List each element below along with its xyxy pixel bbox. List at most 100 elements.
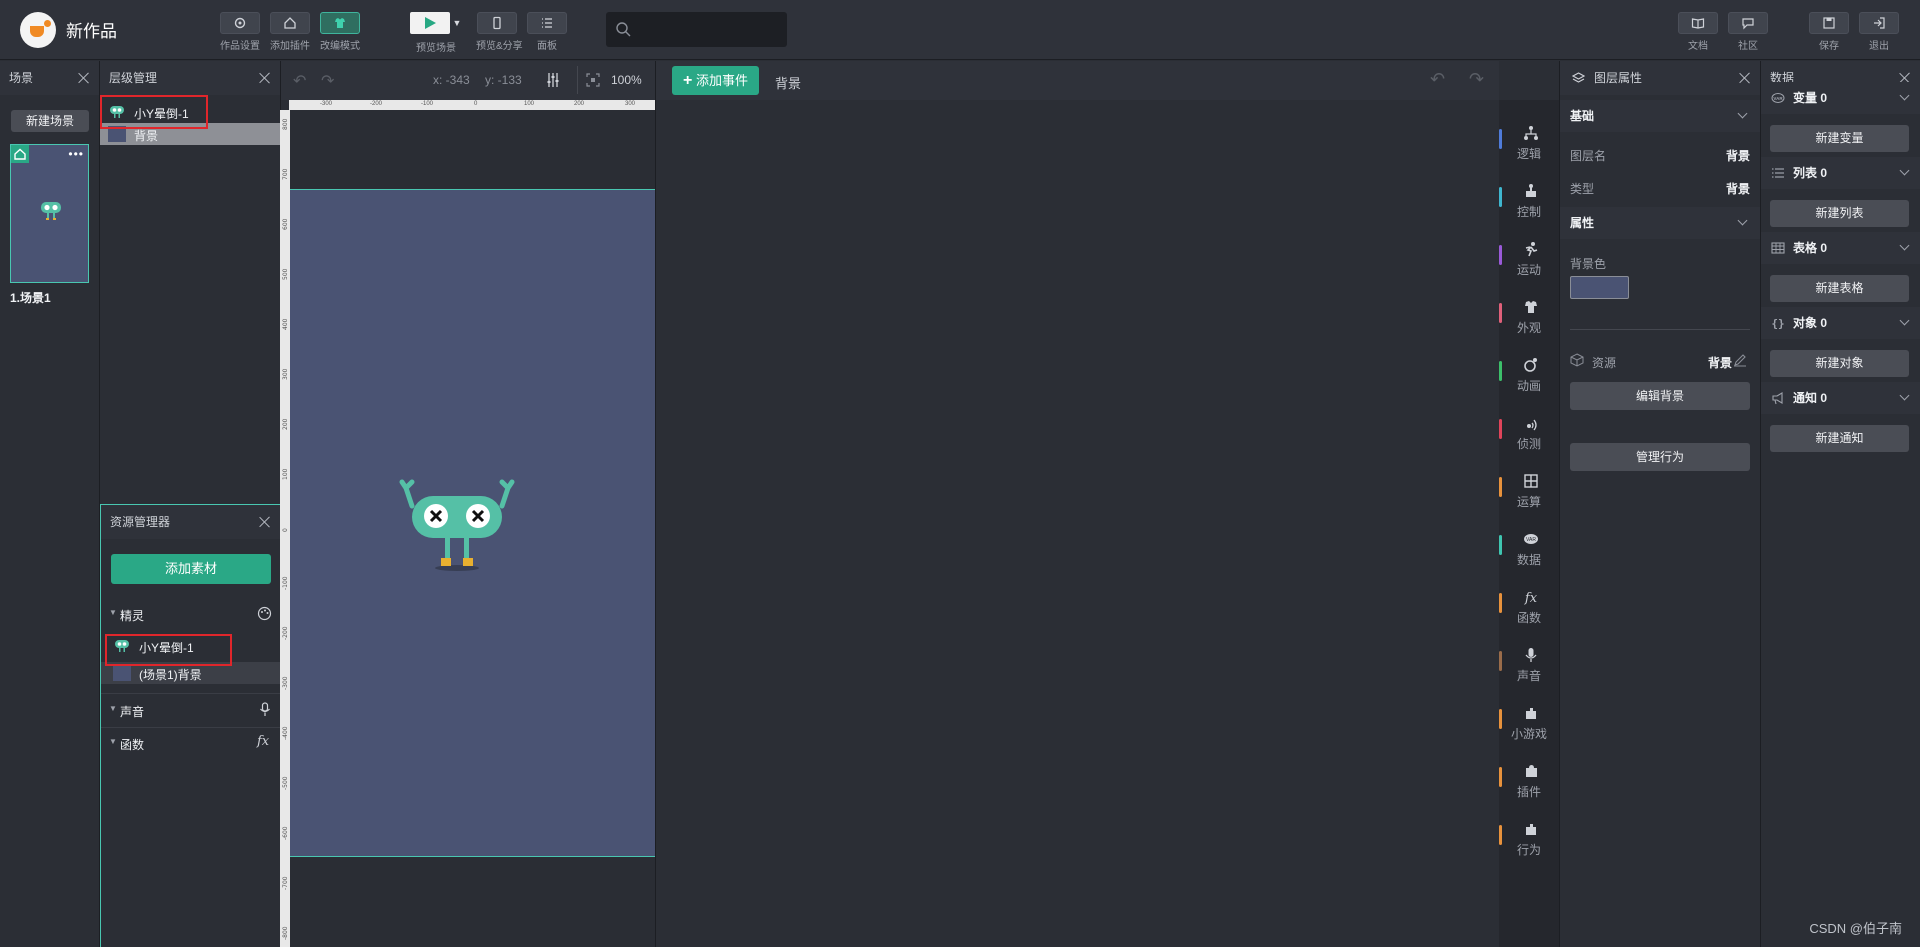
background-color-swatch[interactable] [1570, 276, 1629, 299]
exit-icon [1874, 17, 1885, 29]
svg-text:700: 700 [282, 168, 289, 180]
category-function[interactable]: fx 函数 [1499, 579, 1559, 637]
category-mic[interactable]: 声音 [1499, 637, 1559, 695]
category-control[interactable]: 控制 [1499, 173, 1559, 231]
category-game[interactable]: 小游戏 [1499, 695, 1559, 753]
chevron-down-icon [1737, 215, 1748, 226]
add-asset-button[interactable]: 添加素材 [111, 554, 271, 584]
layer-properties-panel: 图层属性 基础 图层名 背景 类型 背景 属性 背景色 资源 背景 编辑背景 管… [1560, 61, 1760, 947]
community-button[interactable]: 社区 [1727, 12, 1769, 52]
new-object-button[interactable]: 新建对象 [1770, 350, 1909, 377]
home-icon [11, 145, 29, 163]
event-area[interactable]: + 添加事件 背景 ↶ ↷ [656, 61, 1499, 947]
fit-icon[interactable] [586, 73, 600, 87]
save-button[interactable]: 保存 [1808, 12, 1850, 52]
category-run[interactable]: 运动 [1499, 231, 1559, 289]
game-icon [1526, 708, 1536, 719]
asset-group-functions[interactable]: ▼ 函数 fx [101, 730, 280, 756]
var-icon: VAR [1771, 93, 1785, 103]
close-icon[interactable] [1738, 71, 1752, 85]
add-event-button[interactable]: + 添加事件 [672, 66, 759, 95]
close-icon[interactable] [77, 71, 91, 85]
save-icon [1823, 17, 1835, 29]
data-icon: VAR [1524, 534, 1538, 544]
category-animation[interactable]: 动画 [1499, 347, 1559, 405]
chat-icon [1742, 18, 1754, 30]
mic-icon [1525, 648, 1537, 662]
data-section-list[interactable]: 列表 0 [1761, 157, 1920, 189]
zoom-level[interactable]: 100% [611, 73, 642, 87]
basic-section-header[interactable]: 基础 [1560, 100, 1760, 132]
category-label: 运算 [1516, 495, 1541, 509]
svg-text:600: 600 [282, 218, 289, 230]
panel-button[interactable]: 面板 [526, 12, 568, 52]
stage-canvas[interactable] [290, 189, 655, 857]
puzzle-icon [1526, 765, 1537, 777]
category-label: 动画 [1516, 379, 1541, 393]
scene-panel: 场景 新建场景 ••• 1.场景1 [0, 61, 99, 947]
category-label: 侦测 [1516, 437, 1541, 451]
coord-y: y: -133 [485, 73, 522, 87]
redo-icon[interactable]: ↷ [321, 71, 334, 91]
preview-share-button[interactable]: 预览&分享 [476, 12, 523, 52]
category-calc[interactable]: 运算 [1499, 463, 1559, 521]
preview-scene-button[interactable] [410, 12, 450, 34]
new-scene-button[interactable]: 新建场景 [11, 110, 89, 132]
close-icon[interactable] [258, 71, 272, 85]
function-icon: fx [1524, 591, 1538, 605]
new-var-button[interactable]: 新建变量 [1770, 125, 1909, 152]
scene-label[interactable]: 1.场景1 [10, 289, 51, 306]
cube-icon [1570, 353, 1584, 367]
search-input[interactable] [638, 18, 778, 40]
search-icon [616, 22, 631, 37]
adapt-mode-button[interactable]: 改编模式 [319, 12, 361, 52]
docs-button[interactable]: 文档 [1677, 12, 1719, 52]
close-icon[interactable] [258, 515, 272, 529]
category-sensor[interactable]: 侦测 [1499, 405, 1559, 463]
asset-group-sprites[interactable]: ▼ 精灵 [101, 601, 280, 627]
add-plugin-button[interactable]: 添加插件 [269, 12, 311, 52]
more-icon[interactable]: ••• [68, 147, 84, 161]
svg-text:500: 500 [282, 268, 289, 280]
exit-button[interactable]: 退出 [1858, 12, 1900, 52]
sprite-dizzy-monster[interactable] [398, 476, 516, 572]
category-logic[interactable]: 逻辑 [1499, 115, 1559, 173]
data-section-table[interactable]: 表格 0 [1761, 232, 1920, 264]
category-shirt[interactable]: 外观 [1499, 289, 1559, 347]
undo-icon[interactable]: ↶ [1430, 69, 1445, 90]
svg-text:VAR: VAR [1773, 96, 1783, 101]
undo-icon[interactable]: ↶ [293, 71, 306, 91]
asset-group-sounds[interactable]: ▼ 声音 [101, 697, 280, 723]
data-panel: 数据 VAR 变量 0 新建变量 列表 0 新建列表 表格 0 新建表格{} 对象 0 新建对象… [1761, 61, 1920, 947]
asset-panel-title: 资源管理器 [101, 505, 280, 539]
layer-name-value[interactable]: 背景 [1726, 147, 1750, 164]
data-section-var[interactable]: VAR 变量 0 [1761, 82, 1920, 114]
function-icon: fx [257, 734, 270, 749]
pencil-icon[interactable] [1733, 353, 1747, 367]
scene-thumbnail[interactable]: ••• [10, 144, 89, 283]
search-box[interactable] [606, 12, 787, 47]
new-list-button[interactable]: 新建列表 [1770, 200, 1909, 227]
project-settings-button[interactable]: 作品设置 [219, 12, 261, 52]
category-puzzle[interactable]: 插件 [1499, 753, 1559, 811]
category-label: 控制 [1516, 205, 1541, 219]
svg-text:-500: -500 [282, 776, 289, 790]
new-broadcast-button[interactable]: 新建通知 [1770, 425, 1909, 452]
category-data[interactable]: VAR 数据 [1499, 521, 1559, 579]
asset-panel: 资源管理器 添加素材 ▼ 精灵 小Y晕倒-1 (场景1)背景 ▼ 声音 ▼ 函数… [100, 504, 280, 947]
new-table-button[interactable]: 新建表格 [1770, 275, 1909, 302]
behavior-icon [1526, 824, 1536, 835]
svg-text:100: 100 [282, 468, 289, 480]
attrs-section-header[interactable]: 属性 [1560, 207, 1760, 239]
manage-behavior-button[interactable]: 管理行为 [1570, 443, 1750, 471]
stage-toolbar: ↶ ↷ x: -343 y: -133 100% [281, 61, 655, 100]
data-section-broadcast[interactable]: 通知 0 [1761, 382, 1920, 414]
adjust-icon[interactable] [545, 72, 561, 88]
edit-background-button[interactable]: 编辑背景 [1570, 382, 1750, 410]
project-title[interactable]: 新作品 [66, 17, 117, 42]
preview-dropdown-chevron-icon[interactable]: ▼ [451, 12, 463, 34]
data-section-object[interactable]: {} 对象 0 [1761, 307, 1920, 339]
redo-icon[interactable]: ↷ [1469, 69, 1484, 90]
category-behavior[interactable]: 行为 [1499, 811, 1559, 869]
svg-text:0: 0 [282, 528, 289, 532]
